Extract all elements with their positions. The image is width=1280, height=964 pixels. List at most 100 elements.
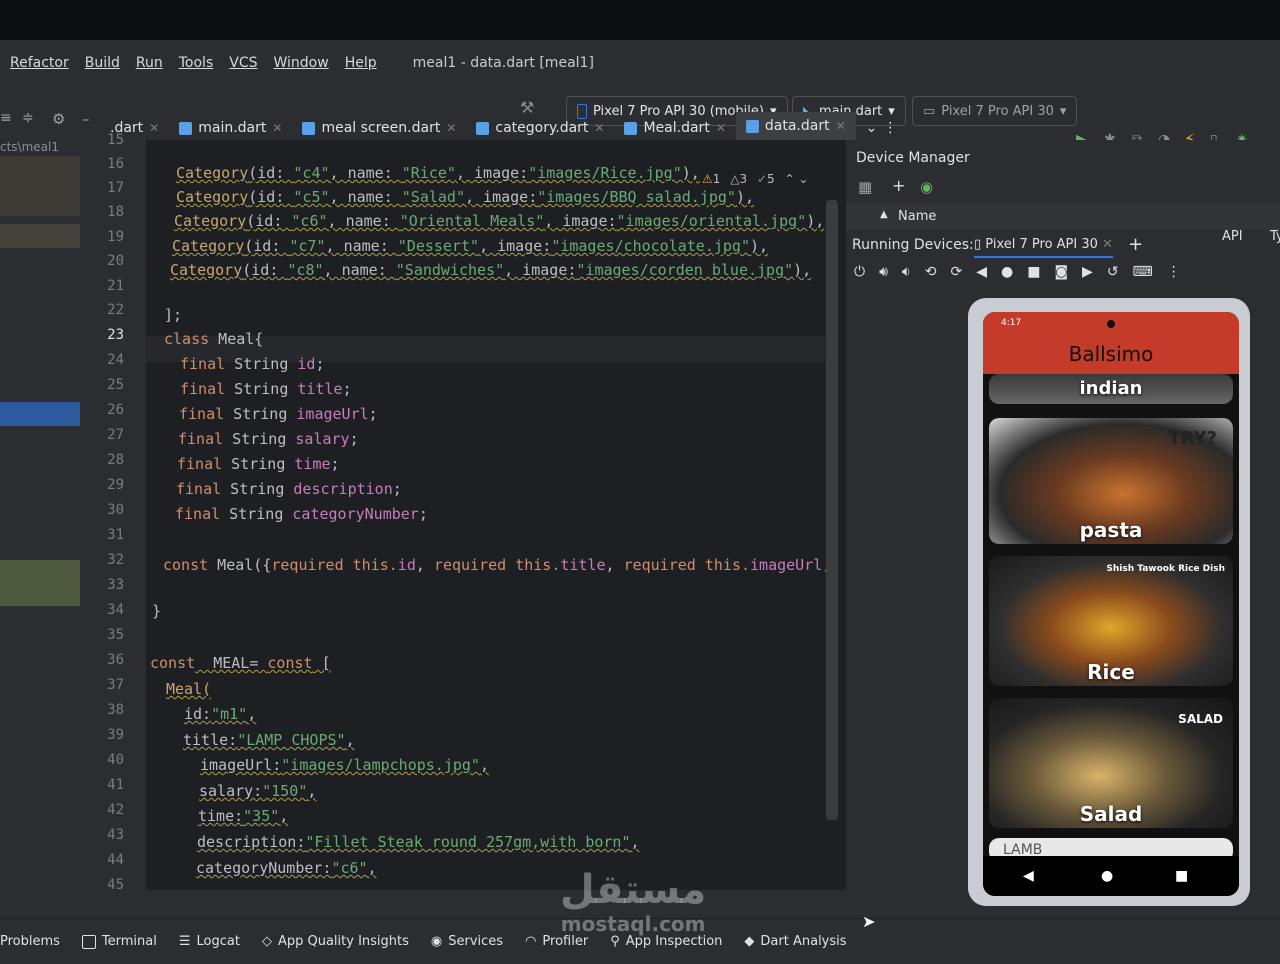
keyboard-icon[interactable]: ⌨ xyxy=(1133,264,1153,288)
project-selection[interactable] xyxy=(0,402,80,426)
wifi-pair-icon[interactable]: ◉ xyxy=(920,178,933,196)
code-line-29: final String description; xyxy=(176,480,402,498)
menu-help[interactable]: Help xyxy=(345,55,377,71)
add-running-device-icon[interactable]: + xyxy=(1128,234,1143,255)
tab-meal-dart[interactable]: Meal.dart ✕ xyxy=(614,114,735,142)
more-icon[interactable]: ⋮ xyxy=(1167,264,1181,288)
nav-recents-icon[interactable]: ■ xyxy=(1175,868,1188,884)
tool-logcat[interactable]: ☰ Logcat xyxy=(179,934,240,949)
tool-profiler[interactable]: ◠ Profiler xyxy=(525,934,588,949)
tab-meal-screen-dart[interactable]: meal screen.dart ✕ xyxy=(292,114,466,142)
category-card-indian[interactable]: indian xyxy=(989,374,1233,404)
close-icon[interactable]: ✕ xyxy=(836,119,846,133)
close-icon[interactable]: ✕ xyxy=(446,121,456,135)
project-highlight xyxy=(0,224,80,248)
code-line-30: final String categoryNumber; xyxy=(175,505,428,523)
line-number: 18 xyxy=(107,204,124,220)
dart-file-icon xyxy=(745,119,759,133)
close-icon[interactable]: ✕ xyxy=(272,121,282,135)
close-icon[interactable]: ✕ xyxy=(1102,237,1113,252)
devices-icon[interactable]: ▦ xyxy=(858,178,872,196)
emulator-screen[interactable]: 4:17 Ballsimo indian TRY? pasta Shish Ta… xyxy=(983,312,1239,896)
diamond-icon: ◇ xyxy=(261,934,272,949)
tool-label: Logcat xyxy=(196,934,240,949)
code-line-42: time:"35", xyxy=(198,807,289,825)
code-line-23: class Meal{ xyxy=(164,330,264,348)
tabs-overflow[interactable]: ⌄ ⋮ xyxy=(856,114,908,142)
category-card-pasta[interactable]: TRY? pasta xyxy=(989,418,1233,544)
card-label: pasta xyxy=(1079,518,1143,542)
tool-label: App Inspection xyxy=(625,934,723,949)
chevron-up-icon[interactable]: ⌃ xyxy=(784,172,794,186)
column-type[interactable]: Ty xyxy=(1270,229,1280,244)
line-number: 36 xyxy=(107,652,124,668)
close-icon[interactable]: ✕ xyxy=(716,121,726,135)
services-icon: ◉ xyxy=(430,934,443,949)
record-icon[interactable]: ▶ xyxy=(1082,264,1093,288)
overview-icon[interactable]: ■ xyxy=(1027,264,1040,288)
logcat-icon: ☰ xyxy=(178,934,191,949)
category-card-salad[interactable]: SALAD Salad xyxy=(989,698,1233,828)
app-bar: 4:17 Ballsimo xyxy=(983,312,1239,374)
tab-dart[interactable]: .dart ✕ xyxy=(0,114,169,142)
tool-app-quality-insights[interactable]: ◇ App Quality Insights xyxy=(262,934,409,949)
category-card-rice[interactable]: Shish Tawook Rice Dish Rice xyxy=(989,556,1233,686)
tab-main-dart[interactable]: main.dart ✕ xyxy=(169,114,292,142)
line-number: 28 xyxy=(107,452,124,468)
tool-problems[interactable]: Problems xyxy=(0,934,60,949)
rotate-left-icon[interactable]: ⟲ xyxy=(925,264,937,288)
column-api[interactable]: API xyxy=(1222,229,1243,244)
card-label: indian xyxy=(1079,378,1143,399)
code-line-36: const MEAL= const [ xyxy=(150,654,331,672)
camera-icon[interactable]: ◙ xyxy=(1054,264,1068,288)
tool-label: Terminal xyxy=(101,934,157,949)
tool-label: Profiler xyxy=(542,934,589,949)
column-name[interactable]: Name xyxy=(898,209,936,224)
running-device-tab-label: Pixel 7 Pro API 30 xyxy=(985,237,1098,252)
card-tag: Shish Tawook Rice Dish xyxy=(1106,564,1225,574)
add-device-icon[interactable]: + xyxy=(892,176,905,195)
inspection-widget[interactable]: ⚠1 △3 ✓5 ⌃ ⌄ xyxy=(702,172,808,186)
code-editor[interactable]: ⚠1 △3 ✓5 ⌃ ⌄ Category(id: "c4", name: "R… xyxy=(146,140,846,890)
app-title: Ballsimo xyxy=(1068,342,1154,366)
tool-app-inspection[interactable]: ⚲ App Inspection xyxy=(610,934,722,949)
line-number-current: 23 xyxy=(107,327,124,343)
nav-home-icon[interactable]: ● xyxy=(1101,868,1113,884)
tool-services[interactable]: ◉ Services xyxy=(431,934,503,949)
back-icon[interactable]: ◀ xyxy=(976,264,987,288)
menu-refactor[interactable]: Refactor xyxy=(10,55,69,71)
menu-vcs[interactable]: VCS xyxy=(229,55,257,71)
emulator-select[interactable]: ▭ Pixel 7 Pro API 30 ▾ xyxy=(912,96,1078,126)
nav-back-icon[interactable]: ◀ xyxy=(1023,868,1034,884)
dart-file-icon xyxy=(624,121,638,135)
device-icon: ▭ xyxy=(923,103,936,119)
tab-data-dart[interactable]: data.dart ✕ xyxy=(735,112,856,142)
line-number: 33 xyxy=(107,577,124,593)
close-icon[interactable]: ✕ xyxy=(594,121,604,135)
tool-dart-analysis[interactable]: ◆ Dart Analysis xyxy=(744,934,846,949)
reset-icon[interactable]: ↺ xyxy=(1107,264,1119,288)
rotate-right-icon[interactable]: ⟳ xyxy=(950,264,962,288)
line-number: 29 xyxy=(107,477,124,493)
menu-build[interactable]: Build xyxy=(85,55,120,71)
editor-scrollbar[interactable] xyxy=(826,200,838,820)
tab-label: category.dart xyxy=(495,120,589,136)
line-number: 44 xyxy=(107,852,124,868)
line-number: 32 xyxy=(107,552,124,568)
running-device-tab[interactable]: ▯ Pixel 7 Pro API 30 ✕ xyxy=(974,237,1113,258)
home-icon[interactable]: ● xyxy=(1001,264,1013,288)
typo-count: 5 xyxy=(767,172,775,186)
tool-label: Dart Analysis xyxy=(760,934,847,949)
volume-up-icon[interactable]: 🔊︎ xyxy=(879,264,888,288)
tab-category-dart[interactable]: category.dart ✕ xyxy=(466,114,614,142)
menu-window[interactable]: Window xyxy=(274,55,329,71)
menu-run[interactable]: Run xyxy=(136,55,163,71)
chevron-down-icon[interactable]: ⌄ xyxy=(798,172,808,186)
power-icon[interactable]: ⏻ xyxy=(854,264,865,288)
volume-down-icon[interactable]: 🔉︎ xyxy=(902,264,911,288)
close-icon[interactable]: ✕ xyxy=(149,121,159,135)
tool-terminal[interactable]: Terminal xyxy=(81,934,157,949)
menu-tools[interactable]: Tools xyxy=(179,55,214,71)
camera-cutout xyxy=(1107,320,1115,328)
line-number: 35 xyxy=(107,627,124,643)
